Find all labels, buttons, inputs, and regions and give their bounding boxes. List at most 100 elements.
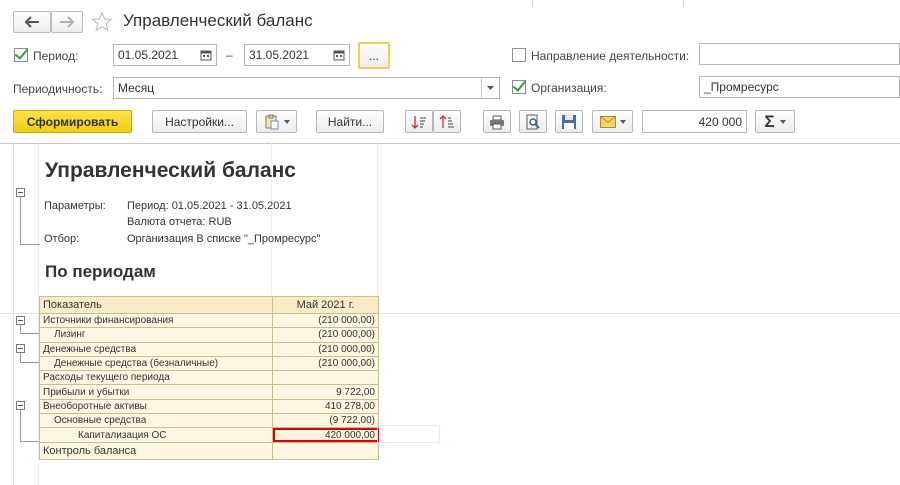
period-select-button[interactable]: ... — [358, 42, 390, 69]
envelope-icon — [599, 115, 616, 128]
variants-button[interactable] — [256, 110, 297, 133]
direction-label: Направление деятельности: — [531, 49, 690, 63]
row-value-selected[interactable]: 420 000,00 — [272, 427, 379, 443]
row-label: Лизинг — [39, 327, 273, 343]
collapse-toggle-icon[interactable] — [16, 344, 25, 353]
report-title: Управленческий баланс — [45, 159, 296, 182]
table-row[interactable]: Капитализация ОС 420 000,00 — [39, 427, 379, 443]
row-value[interactable]: (210 000,00) — [272, 355, 379, 372]
organization-label: Организация: — [531, 81, 607, 95]
period-checkbox[interactable] — [14, 48, 28, 62]
currency-line: Валюта отчета: RUB — [127, 216, 232, 228]
row-label: Источники финансирования — [39, 312, 273, 329]
filter-label: Отбор: — [44, 233, 80, 245]
row-label: Внеоборотные активы — [39, 398, 273, 415]
collapse-toggle-icon[interactable] — [16, 188, 25, 197]
expand-groups-button[interactable] — [405, 110, 433, 133]
back-button[interactable] — [13, 11, 51, 33]
settings-button[interactable]: Настройки... — [152, 110, 247, 133]
calendar-icon[interactable] — [333, 49, 345, 61]
date-to-value: 31.05.2021 — [249, 48, 310, 62]
generate-button[interactable]: Сформировать — [13, 110, 132, 133]
date-to-field[interactable]: 31.05.2021 — [244, 44, 350, 66]
row-label: Капитализация ОС — [39, 427, 273, 443]
forward-button[interactable] — [51, 11, 83, 33]
section-title: По периодам — [45, 262, 156, 281]
settings-button-label: Настройки... — [165, 114, 234, 129]
date-from-value: 01.05.2021 — [118, 48, 179, 62]
star-icon[interactable] — [91, 11, 113, 33]
row-label: Основные средства — [39, 413, 273, 429]
row-value[interactable]: (210 000,00) — [272, 327, 379, 343]
collapse-toggle-icon[interactable] — [16, 316, 25, 325]
direction-field[interactable] — [699, 43, 900, 65]
cell-selection-trail — [377, 425, 440, 443]
row-label: Расходы текущего периода — [39, 370, 273, 386]
col-period-header: Май 2021 г. — [272, 296, 379, 314]
filter-value: Организация В списке "_Промресурс" — [127, 233, 321, 245]
table-row[interactable]: Прибыли и убытки 9 722,00 — [39, 384, 379, 400]
table-row[interactable]: Внеоборотные активы 410 278,00 — [39, 398, 379, 415]
sigma-icon: Σ — [764, 111, 775, 131]
clipboard-icon — [265, 114, 278, 129]
col-indicator-header: Показатель — [39, 296, 273, 314]
magnifier-page-icon — [526, 114, 540, 129]
direction-checkbox[interactable] — [512, 48, 526, 62]
date-from-field[interactable]: 01.05.2021 — [113, 44, 217, 66]
date-dash: – — [226, 48, 233, 62]
chevron-down-icon[interactable] — [481, 78, 499, 98]
arrow-right-icon — [60, 16, 75, 28]
ellipsis-label: ... — [368, 48, 379, 63]
row-label: Прибыли и убытки — [39, 384, 273, 400]
row-value[interactable]: (210 000,00) — [272, 312, 379, 329]
collapse-toggle-icon[interactable] — [16, 401, 25, 410]
window-title: Управленческий баланс — [123, 11, 313, 30]
period-label: Период: — [33, 49, 79, 63]
table-row[interactable]: Основные средства (9 722,00) — [39, 413, 379, 429]
periodicity-label: Периодичность: — [13, 82, 103, 96]
table-row[interactable]: Лизинг (210 000,00) — [39, 327, 379, 343]
row-value[interactable]: 410 278,00 — [272, 398, 379, 415]
row-value[interactable]: (9 722,00) — [272, 413, 379, 429]
periodicity-select[interactable]: Месяц — [113, 77, 500, 99]
params-label: Параметры: — [44, 200, 106, 212]
sort-up-icon — [439, 114, 454, 128]
table-footer-row: Контроль баланса — [39, 441, 379, 460]
floppy-disk-icon — [562, 114, 576, 129]
footer-value — [272, 441, 379, 460]
row-value[interactable]: 9 722,00 — [272, 384, 379, 400]
arrow-left-icon — [24, 16, 39, 28]
sum-value: 420 000 — [698, 114, 742, 129]
table-row[interactable]: Денежные средства (210 000,00) — [39, 341, 379, 357]
send-email-button[interactable] — [592, 110, 633, 133]
save-button[interactable] — [555, 110, 583, 133]
table-header-row: Показатель Май 2021 г. — [39, 296, 379, 314]
printer-icon — [490, 115, 504, 129]
sum-mode-button[interactable]: Σ — [755, 110, 795, 133]
periodicity-value: Месяц — [118, 81, 155, 95]
sort-down-icon — [411, 115, 426, 129]
chevron-down-icon — [779, 119, 786, 124]
chevron-down-icon — [283, 119, 290, 124]
organization-checkbox[interactable] — [512, 80, 526, 94]
row-label: Денежные средства — [39, 341, 273, 357]
find-button[interactable]: Найти... — [316, 110, 384, 133]
generate-button-label: Сформировать — [26, 114, 119, 129]
row-value[interactable] — [272, 370, 379, 386]
report-table: Показатель Май 2021 г. Источники финанси… — [39, 296, 379, 460]
row-value[interactable]: (210 000,00) — [272, 341, 379, 357]
organization-field[interactable]: _Промресурс — [699, 76, 900, 98]
table-row[interactable]: Расходы текущего периода — [39, 370, 379, 386]
calendar-icon[interactable] — [200, 49, 212, 61]
table-row[interactable]: Источники финансирования (210 000,00) — [39, 312, 379, 329]
print-button[interactable] — [483, 110, 511, 133]
sum-field[interactable]: 420 000 — [642, 110, 747, 133]
find-button-label: Найти... — [327, 114, 373, 129]
period-line: Период: 01.05.2021 - 31.05.2021 — [127, 200, 292, 212]
chevron-down-icon — [619, 119, 626, 124]
collapse-groups-button[interactable] — [433, 110, 461, 133]
preview-button[interactable] — [519, 110, 547, 133]
row-label: Денежные средства (безналичные) — [39, 355, 273, 372]
footer-label: Контроль баланса — [39, 441, 273, 460]
table-row[interactable]: Денежные средства (безналичные) (210 000… — [39, 355, 379, 372]
